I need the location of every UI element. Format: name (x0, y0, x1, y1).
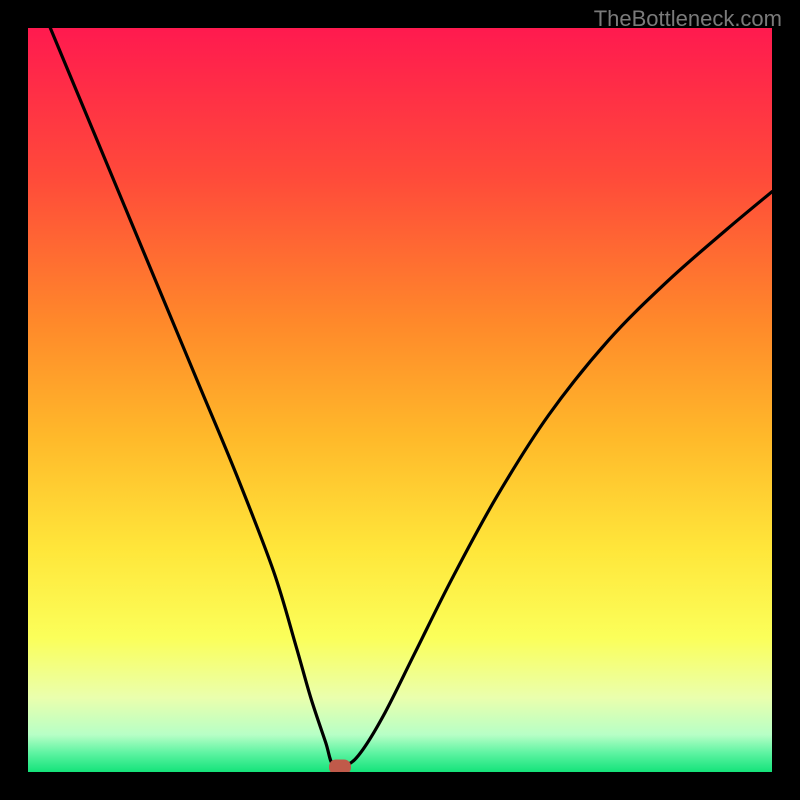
watermark-text: TheBottleneck.com (594, 6, 782, 32)
plot-area (28, 28, 772, 772)
bottleneck-curve (28, 28, 772, 772)
optimal-point-marker (329, 759, 351, 772)
